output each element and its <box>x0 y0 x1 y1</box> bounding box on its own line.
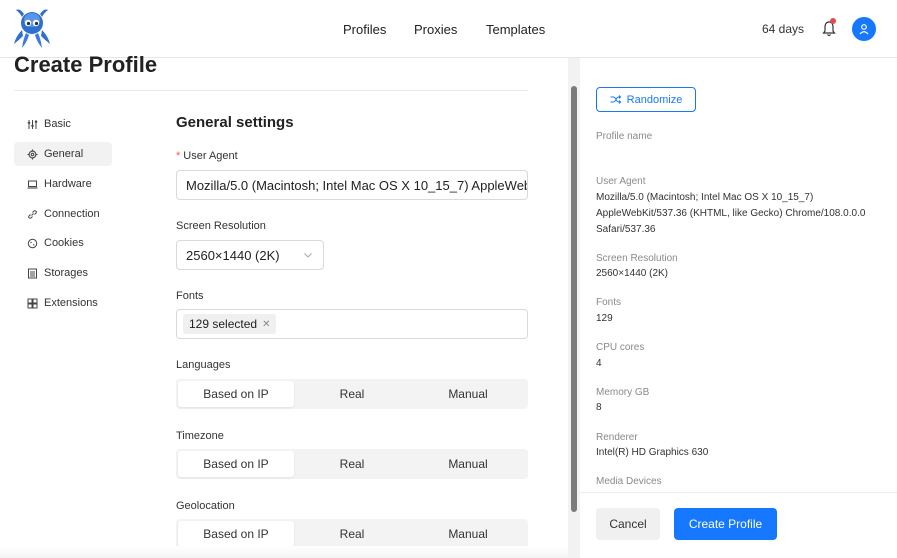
chevron-down-icon <box>304 253 312 258</box>
gear-icon <box>26 148 38 160</box>
screen-resolution-value: 2560×1440 (2K) <box>186 247 280 263</box>
fonts-label: Fonts <box>176 290 204 302</box>
summary-fonts-label: Fonts <box>596 297 622 308</box>
screen-resolution-label: Screen Resolution <box>176 220 266 232</box>
geolocation-option-manual[interactable]: Manual <box>410 521 526 547</box>
sidebar-item-extensions[interactable]: Extensions <box>14 291 112 315</box>
sidebar-item-label: Basic <box>44 118 71 130</box>
fonts-select[interactable]: 129 selected ✕ <box>176 309 528 339</box>
timezone-label: Timezone <box>176 430 224 442</box>
sidebar-item-connection[interactable]: Connection <box>14 202 112 226</box>
nav-profiles[interactable]: Profiles <box>343 22 386 37</box>
laptop-icon <box>26 178 38 190</box>
nav-templates[interactable]: Templates <box>486 22 545 37</box>
timezone-option-based-on-ip[interactable]: Based on IP <box>178 451 294 477</box>
languages-option-based-on-ip[interactable]: Based on IP <box>178 381 294 407</box>
fonts-tag: 129 selected ✕ <box>183 314 277 334</box>
sidebar-item-label: Cookies <box>44 237 84 249</box>
summary-user-agent-label: User Agent <box>596 176 646 187</box>
summary-memory-value: 8 <box>596 402 602 413</box>
summary-cpu-label: CPU cores <box>596 342 645 353</box>
summary-screen-resolution-value: 2560×1440 (2K) <box>596 268 669 279</box>
create-profile-button[interactable]: Create Profile <box>674 508 777 540</box>
link-icon <box>26 208 38 220</box>
bottom-fade <box>0 546 580 558</box>
languages-label: Languages <box>176 359 231 371</box>
octopus-logo-icon[interactable] <box>10 6 54 50</box>
user-agent-input-value: Mozilla/5.0 (Macintosh; Intel Mac OS X 1… <box>186 177 528 193</box>
sidebar-item-label: Hardware <box>44 178 92 190</box>
summary-profile-name-label: Profile name <box>596 131 653 142</box>
summary-fonts-value: 129 <box>596 313 613 324</box>
storage-icon <box>26 267 38 279</box>
user-agent-label-text: User Agent <box>183 150 238 162</box>
screen-resolution-select[interactable]: 2560×1440 (2K) <box>176 240 324 270</box>
timezone-option-real[interactable]: Real <box>294 451 410 477</box>
geolocation-option-real[interactable]: Real <box>294 521 410 547</box>
notification-dot <box>830 18 836 24</box>
user-avatar[interactable] <box>852 17 876 41</box>
app-root: Profiles Proxies Templates 64 days Creat… <box>0 0 897 558</box>
summary-memory-label: Memory GB <box>596 387 650 398</box>
summary-user-agent-value: Mozilla/5.0 (Macintosh; Intel Mac OS X 1… <box>596 192 866 235</box>
geolocation-segmented: Based on IP Real Manual <box>176 519 528 549</box>
sidebar-item-general[interactable]: General <box>14 142 112 166</box>
nav-proxies[interactable]: Proxies <box>414 22 457 37</box>
summary-cpu-value: 4 <box>596 358 602 369</box>
sidebar-item-label: Extensions <box>44 297 98 309</box>
fonts-tag-label: 129 selected <box>189 317 258 331</box>
summary-screen-resolution-label: Screen Resolution <box>596 253 678 264</box>
user-icon <box>859 24 869 35</box>
languages-option-real[interactable]: Real <box>294 381 410 407</box>
subscription-days: 64 days <box>762 22 805 36</box>
sidebar-item-label: Storages <box>44 267 89 279</box>
close-icon[interactable]: ✕ <box>262 319 270 330</box>
sidebar-item-label: Connection <box>44 208 100 220</box>
sidebar-item-storages[interactable]: Storages <box>14 261 112 285</box>
languages-option-manual[interactable]: Manual <box>410 381 526 407</box>
summary-renderer-label: Renderer <box>596 432 638 443</box>
summary-media-devices-label: Media Devices <box>596 476 662 487</box>
title-divider <box>14 90 528 91</box>
randomize-button[interactable]: Randomize <box>596 87 696 112</box>
summary-renderer-value: Intel(R) HD Graphics 630 <box>596 447 709 458</box>
geolocation-option-based-on-ip[interactable]: Based on IP <box>178 521 294 547</box>
sliders-icon <box>26 118 38 130</box>
timezone-option-manual[interactable]: Manual <box>410 451 526 477</box>
shuffle-icon <box>610 95 621 104</box>
sidebar-item-cookies[interactable]: Cookies <box>14 231 112 255</box>
required-mark: * <box>176 150 181 162</box>
sidebar-item-basic[interactable]: Basic <box>14 112 112 136</box>
languages-segmented: Based on IP Real Manual <box>176 379 528 409</box>
cancel-button[interactable]: Cancel <box>596 508 660 540</box>
timezone-segmented: Based on IP Real Manual <box>176 449 528 479</box>
extensions-icon <box>26 297 38 309</box>
page-title: Create Profile <box>14 52 158 77</box>
geolocation-label: Geolocation <box>176 500 235 512</box>
scrollbar-thumb[interactable] <box>571 86 577 512</box>
cookie-icon <box>26 237 38 249</box>
user-agent-label: * User Agent <box>176 150 238 162</box>
user-agent-input[interactable]: Mozilla/5.0 (Macintosh; Intel Mac OS X 1… <box>176 170 528 200</box>
sidebar-item-hardware[interactable]: Hardware <box>14 172 112 196</box>
section-title: General settings <box>176 114 294 131</box>
randomize-label: Randomize <box>626 93 683 106</box>
sidebar-item-label: General <box>44 148 84 160</box>
top-bar: Profiles Proxies Templates 64 days <box>0 0 897 58</box>
